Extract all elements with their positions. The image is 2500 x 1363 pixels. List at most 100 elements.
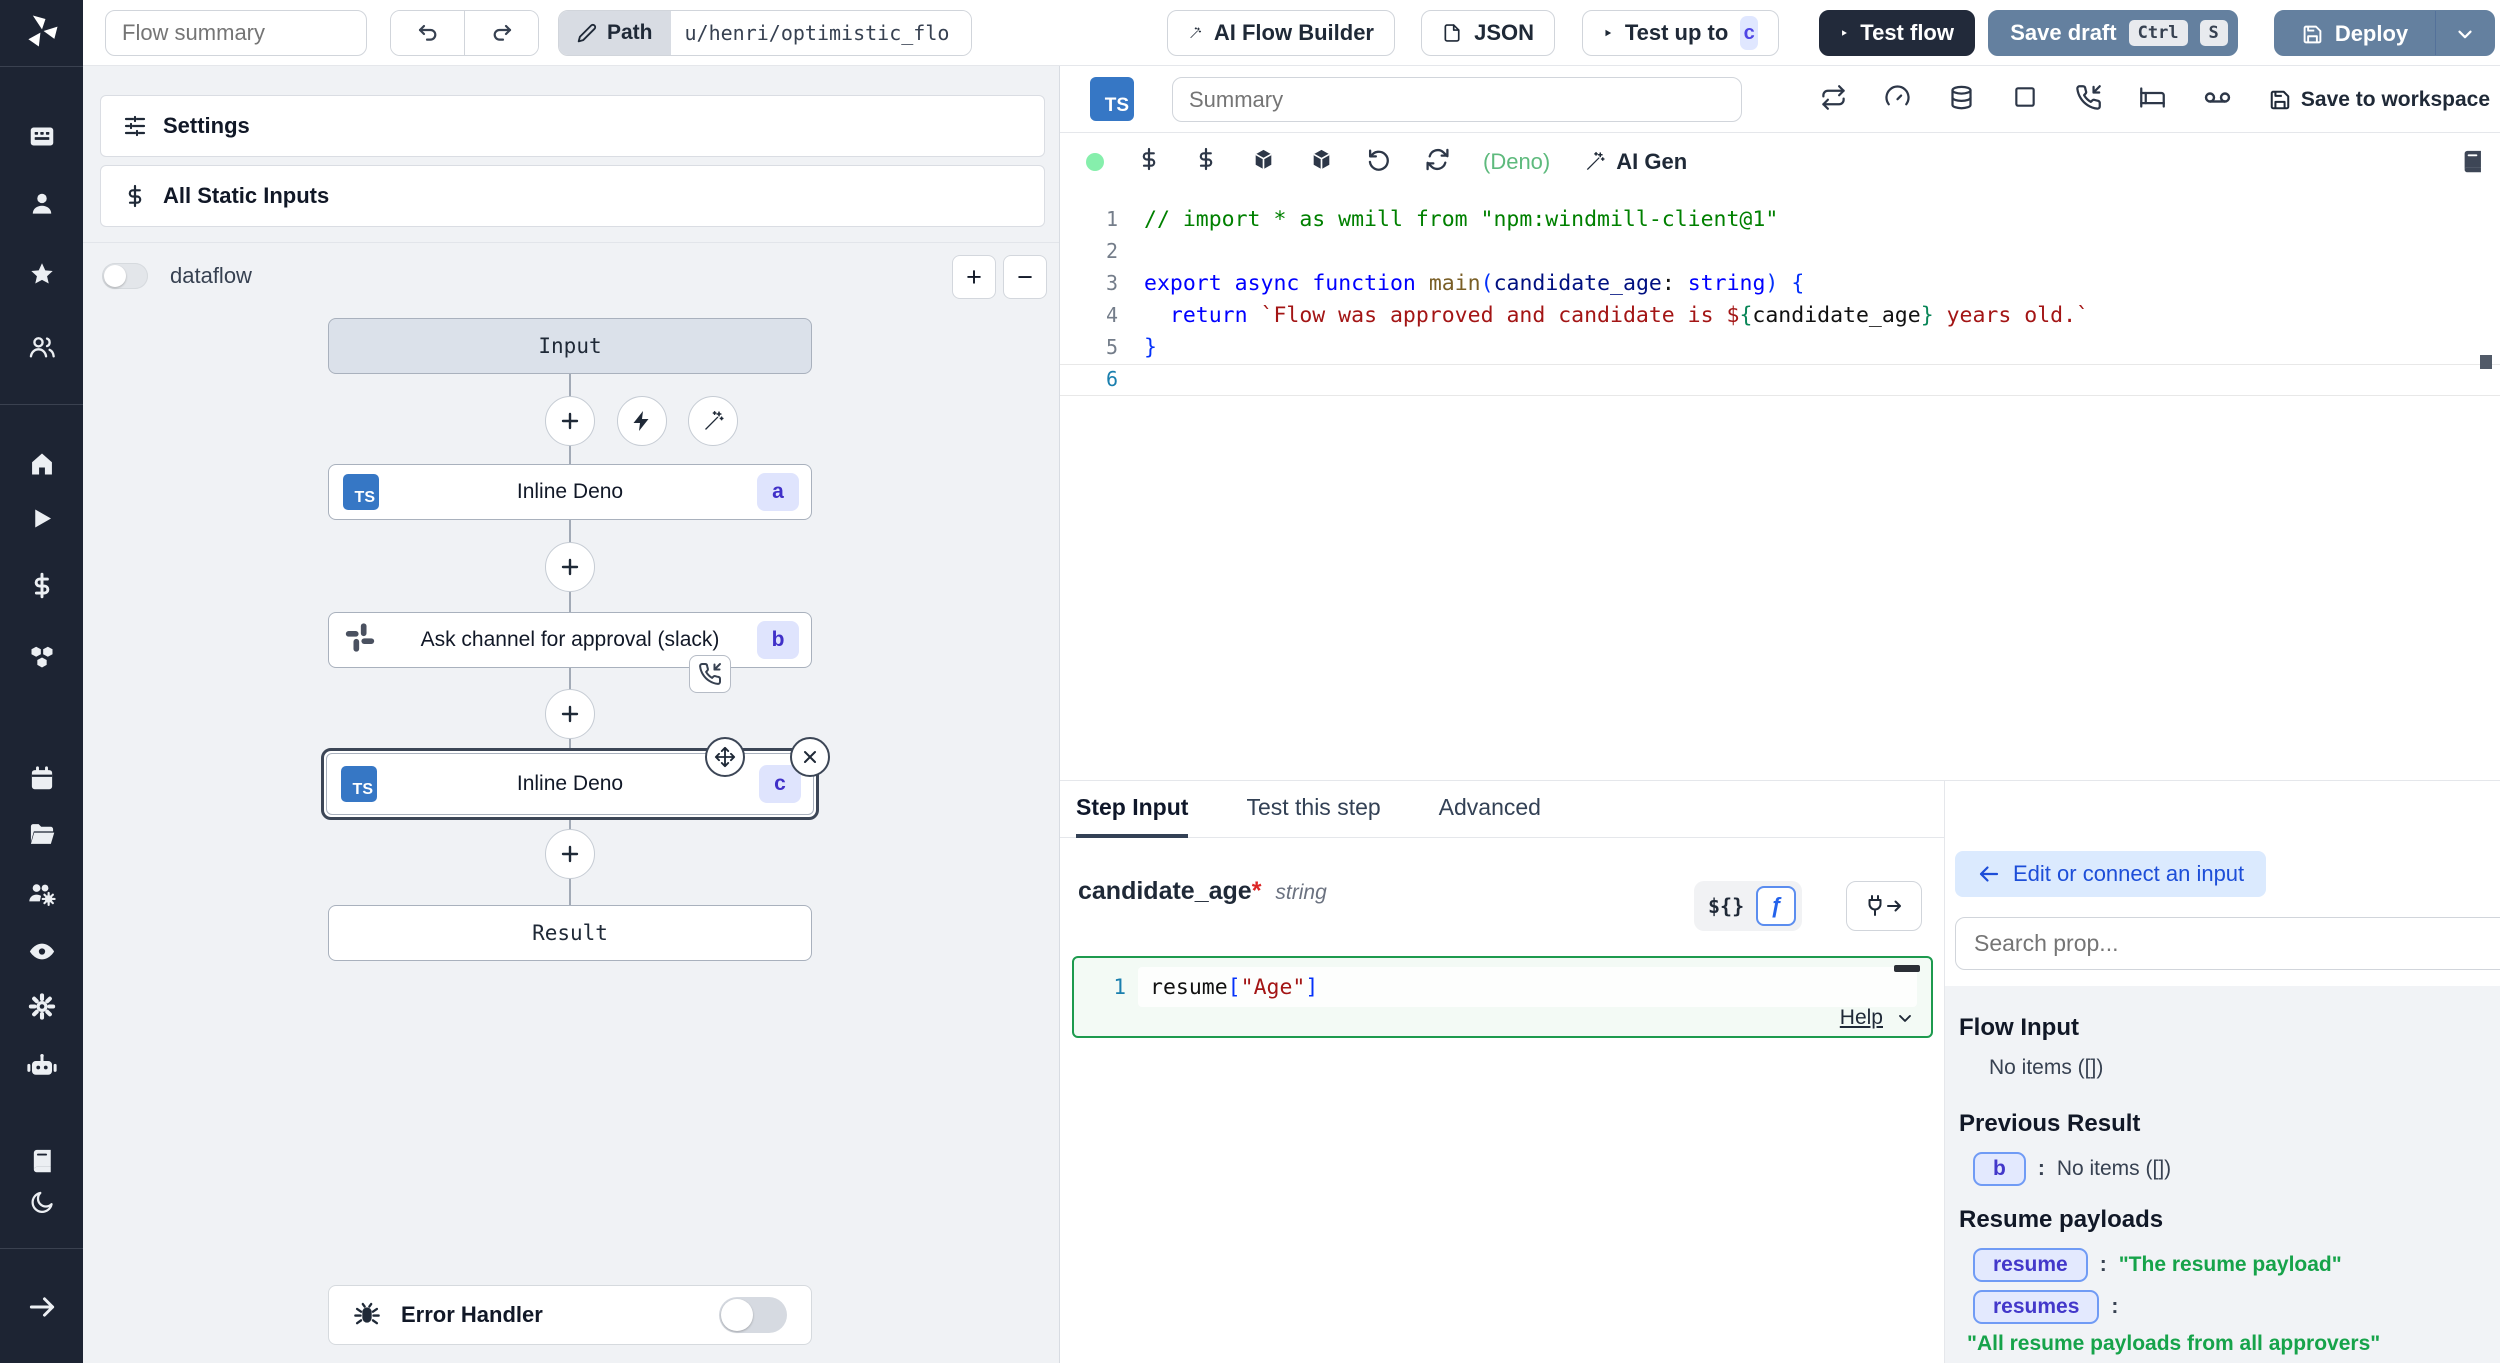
package-icon[interactable] <box>1251 147 1276 177</box>
prop-badge[interactable]: resumes <box>1973 1290 2099 1324</box>
ai-gen-button[interactable]: AI Gen <box>1583 149 1687 175</box>
save-draft-button[interactable]: Save draft Ctrl S <box>1988 10 2238 56</box>
edit-or-connect-button[interactable]: Edit or connect an input <box>1955 851 2266 897</box>
variables-dollar-icon[interactable] <box>28 572 55 604</box>
search-prop-input[interactable] <box>1955 917 2500 970</box>
tab-advanced[interactable]: Advanced <box>1439 781 1541 838</box>
script-docs-book-icon[interactable] <box>2459 133 2486 190</box>
deploy-dropdown-button[interactable] <box>2436 11 2494 56</box>
test-flow-button[interactable]: Test flow <box>1819 10 1975 56</box>
groups-users-cog-icon[interactable] <box>27 879 56 913</box>
apps-icon[interactable] <box>28 123 55 155</box>
expr-help[interactable]: Help <box>1840 1006 1915 1030</box>
runs-play-icon[interactable] <box>28 505 55 537</box>
expr-code[interactable]: resume["Age"] <box>1138 967 1917 1007</box>
flow-input-node[interactable]: Input <box>328 318 812 374</box>
insert-step-button[interactable] <box>545 542 595 592</box>
docs-book-icon[interactable] <box>28 1147 56 1180</box>
flow-node-a[interactable]: TS Inline Deno a <box>328 464 812 520</box>
prop-badge[interactable]: resume <box>1973 1248 2088 1282</box>
sleep-bed-icon[interactable] <box>2139 84 2166 116</box>
json-button[interactable]: JSON <box>1421 10 1555 56</box>
timeout-square-icon[interactable] <box>2012 84 2038 115</box>
code-editor[interactable]: 1// import * as wmill from "npm:windmill… <box>1060 190 2500 780</box>
code-line[interactable]: 3export async function main(candidate_ag… <box>1060 268 2500 300</box>
code-line[interactable]: 6 <box>1060 364 2500 396</box>
flow-summary-input[interactable] <box>105 10 367 56</box>
users-icon[interactable] <box>28 333 56 366</box>
suspend-phone-icon[interactable] <box>2075 84 2102 116</box>
error-handler-node[interactable]: Error Handler <box>328 1285 812 1345</box>
code-line[interactable]: 5} <box>1060 332 2500 364</box>
flow-node-b[interactable]: Ask channel for approval (slack) b <box>328 612 812 668</box>
flow-editor-topbar: Path AI Flow Builder JSON Test up to c T… <box>83 0 2500 66</box>
prop-badge[interactable]: b <box>1973 1152 2026 1186</box>
schedules-calendar-icon[interactable] <box>28 765 55 797</box>
static-mode-button[interactable]: ${} <box>1700 894 1752 918</box>
resources-boxes-icon[interactable] <box>28 643 56 676</box>
code-line[interactable]: 1// import * as wmill from "npm:windmill… <box>1060 204 2500 236</box>
all-static-inputs-button[interactable]: All Static Inputs <box>100 165 1045 227</box>
home-icon[interactable] <box>28 450 56 483</box>
expr-editor[interactable]: 1 resume["Age"] Help <box>1072 956 1933 1038</box>
settings-gear-icon[interactable] <box>27 992 56 1026</box>
package-icon[interactable] <box>1309 147 1334 177</box>
insert-step-button[interactable] <box>545 689 595 739</box>
app-sidebar <box>0 0 83 1363</box>
flow-settings-button[interactable]: Settings <box>100 95 1045 157</box>
connect-input-button[interactable] <box>1846 881 1922 931</box>
path-input[interactable] <box>671 11 971 55</box>
reset-rotate-ccw-icon[interactable] <box>1367 147 1392 177</box>
flow-result-node[interactable]: Result <box>328 905 812 961</box>
windmill-logo-icon[interactable] <box>23 12 61 55</box>
test-up-to-button[interactable]: Test up to c <box>1582 10 1779 56</box>
cache-database-icon[interactable] <box>1948 84 1975 116</box>
windmill-flow-editor: Path AI Flow Builder JSON Test up to c T… <box>0 0 2500 1363</box>
expr-mode-button[interactable]: ƒ <box>1756 886 1796 926</box>
deploy-button[interactable]: Deploy <box>2275 11 2435 56</box>
insert-step-button[interactable] <box>545 829 595 879</box>
save-to-workspace-button[interactable]: Save to workspace <box>2269 88 2490 112</box>
retries-repeat-icon[interactable] <box>1820 84 1847 116</box>
move-node-handle[interactable] <box>705 737 745 777</box>
plus-icon <box>558 702 582 726</box>
dataflow-toggle[interactable] <box>102 263 148 289</box>
reload-refresh-icon[interactable] <box>1425 147 1450 177</box>
expand-arrow-right-icon[interactable] <box>27 1292 57 1327</box>
kbd-s: S <box>2200 20 2228 46</box>
vars-dollar-icon[interactable] <box>1194 147 1218 176</box>
ai-flow-builder-button[interactable]: AI Flow Builder <box>1167 10 1395 56</box>
mock-voicemail-icon[interactable] <box>2203 83 2232 117</box>
ai-insert-button[interactable] <box>688 396 738 446</box>
code-line[interactable]: 2 <box>1060 236 2500 268</box>
workers-bot-icon[interactable] <box>27 1051 57 1086</box>
delete-node-button[interactable] <box>790 737 830 777</box>
zoom-out-button[interactable]: − <box>1003 255 1047 299</box>
step-editor-panel: TS Save to workspace <box>1060 66 2500 1363</box>
dark-mode-moon-icon[interactable] <box>28 1189 55 1221</box>
undo-button[interactable] <box>391 11 464 55</box>
expr-line-number: 1 <box>1074 975 1126 999</box>
tab-step-input[interactable]: Step Input <box>1076 781 1188 838</box>
redo-button[interactable] <box>465 11 538 55</box>
deno-runtime-label[interactable]: (Deno) <box>1483 149 1550 175</box>
code-line[interactable]: 4 return `Flow was approved and candidat… <box>1060 300 2500 332</box>
path-button[interactable]: Path <box>559 11 671 55</box>
star-icon[interactable] <box>28 261 55 293</box>
prop-value: "All resume payloads from all approvers" <box>1967 1332 2500 1356</box>
input-mode-toggle: ${} ƒ <box>1694 881 1802 931</box>
sidebar-divider <box>0 66 83 67</box>
error-handler-toggle[interactable] <box>719 1297 787 1333</box>
x-icon <box>800 747 820 767</box>
insert-trigger-button[interactable] <box>617 396 667 446</box>
assets-dollar-icon[interactable] <box>1137 147 1161 176</box>
step-summary-input[interactable] <box>1172 77 1742 122</box>
typescript-icon: TS <box>343 474 379 510</box>
audit-eye-icon[interactable] <box>27 937 56 971</box>
insert-step-button[interactable] <box>545 396 595 446</box>
concurrency-gauge-icon[interactable] <box>1884 84 1911 116</box>
user-icon[interactable] <box>28 190 55 222</box>
zoom-in-button[interactable]: + <box>952 255 996 299</box>
folders-icon[interactable] <box>28 820 56 853</box>
tab-test-this-step[interactable]: Test this step <box>1246 781 1380 838</box>
